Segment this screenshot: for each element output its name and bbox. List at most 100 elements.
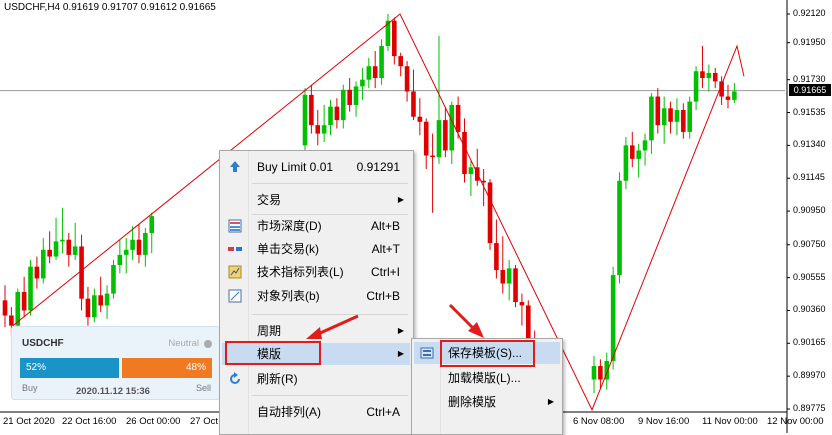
menu-item-period[interactable]: 周期 ▶ <box>222 320 410 342</box>
candle-body <box>2 300 8 316</box>
menu-item-load-template[interactable]: 加载模版(L)... <box>414 367 560 389</box>
price-tick-label: 0.90360 <box>793 304 826 315</box>
candle-body <box>411 91 416 117</box>
candle-body <box>315 125 321 134</box>
candle-body <box>123 249 129 255</box>
candle-body <box>610 275 616 361</box>
menu-item-buy-limit[interactable]: Buy Limit 0.01 0.91291 <box>222 156 410 178</box>
time-tick-label: 27 Oct <box>190 416 218 427</box>
candle-body <box>47 249 52 257</box>
candle-body <box>366 66 372 80</box>
candle-body <box>506 268 512 284</box>
candle-body <box>321 125 327 134</box>
menu-item-label: 交易 <box>257 193 282 207</box>
candle-body <box>455 104 461 132</box>
status-dot-icon <box>204 340 212 348</box>
buy-percent-bar[interactable]: 52% <box>20 358 119 378</box>
candle-body <box>693 71 699 102</box>
time-tick-label: 21 Oct 2020 <box>3 416 55 427</box>
candle-body <box>85 298 91 318</box>
menu-item-label: 周期 <box>257 324 282 338</box>
candle-body <box>423 121 429 156</box>
candle-body <box>360 79 365 87</box>
candle-body <box>732 91 737 100</box>
menu-item-label: 自动排列(A) <box>257 405 321 419</box>
save-template-icon <box>420 347 434 359</box>
candle-body <box>700 71 705 79</box>
candle-body <box>309 94 314 126</box>
candle-body <box>136 239 142 255</box>
candle-body <box>706 72 712 79</box>
menu-item-objects-list[interactable]: 对象列表(b) Ctrl+B <box>222 285 410 307</box>
one-click-trade-icon <box>228 247 242 251</box>
template-highlight-box <box>225 341 321 365</box>
menu-item-delete-template[interactable]: 删除模版 ▶ <box>414 391 560 413</box>
sell-percent-bar[interactable]: 48% <box>122 358 212 378</box>
candle-body <box>642 140 648 151</box>
candle-body <box>636 150 641 159</box>
candle-body <box>392 20 397 57</box>
candle-body <box>79 246 84 299</box>
candle-body <box>53 241 59 257</box>
time-tick-label: 26 Oct 00:00 <box>126 416 181 427</box>
one-click-trading-panel: USDCHF Neutral 52% 48% Buy 2020.11.12 15… <box>11 326 220 400</box>
submenu-arrow-icon: ▶ <box>397 326 404 335</box>
menu-item-label: 加载模版(L)... <box>448 371 521 385</box>
menu-item-label: 删除模版 <box>448 395 497 409</box>
time-tick-label: 6 Nov 08:00 <box>573 416 625 427</box>
current-price-label: 0.91665 <box>789 84 831 96</box>
candle-body <box>353 86 359 105</box>
menu-separator <box>252 183 408 184</box>
candle-body <box>449 104 455 151</box>
indicators-list-icon <box>228 265 242 279</box>
menu-item-shortcut: Alt+B <box>370 219 400 233</box>
candle-body <box>149 216 155 233</box>
candle-body <box>430 155 435 158</box>
candle-body <box>347 89 352 105</box>
menu-item-market-depth[interactable]: 市场深度(D) Alt+B <box>222 215 410 237</box>
candle-body <box>649 96 654 141</box>
candle-body <box>629 145 635 159</box>
market-depth-icon <box>228 219 242 233</box>
time-tick-label: 9 Nov 16:00 <box>638 416 690 427</box>
menu-item-one-click-trade[interactable]: 单击交易(k) Alt+T <box>222 238 410 260</box>
candle-body <box>28 266 33 311</box>
menu-item-label: Buy Limit 0.01 <box>257 160 334 174</box>
time-tick-label: 12 Nov 00:00 <box>767 416 824 427</box>
price-tick-label: 0.91340 <box>793 139 826 150</box>
chart-symbol-header: USDCHF,H4 0.91619 0.91707 0.91612 0.9166… <box>4 2 216 13</box>
candle-body <box>443 120 448 151</box>
candle-body <box>143 232 148 255</box>
candle-body <box>21 291 27 311</box>
price-tick-label: 0.90165 <box>793 337 826 348</box>
price-tick-label: 0.90555 <box>793 271 826 282</box>
candle-body <box>340 89 346 121</box>
menu-item-shortcut: Ctrl+A <box>366 405 400 419</box>
menu-item-shortcut: Ctrl+B <box>366 289 400 303</box>
menu-item-label: 技术指标列表(L) <box>257 265 344 279</box>
submenu-arrow-icon: ▶ <box>397 349 404 358</box>
menu-item-auto-arrange[interactable]: 自动排列(A) Ctrl+A <box>222 401 410 423</box>
menu-item-trade[interactable]: 交易 ▶ <box>222 189 410 211</box>
menu-item-refresh[interactable]: 刷新(R) <box>222 368 410 390</box>
menu-item-label: 刷新(R) <box>257 372 298 386</box>
sentiment-status: Neutral <box>168 338 199 349</box>
candle-body <box>404 66 410 92</box>
candle-body <box>372 66 378 79</box>
menu-separator <box>252 314 408 315</box>
sell-label: Sell <box>195 383 211 393</box>
menu-item-shortcut: Alt+T <box>371 242 400 256</box>
price-tick-label: 0.90950 <box>793 205 826 216</box>
candle-body <box>328 106 333 126</box>
candle-body <box>66 239 72 255</box>
candle-body <box>436 120 442 158</box>
price-tick-label: 0.91950 <box>793 36 826 47</box>
candle-body <box>655 96 661 126</box>
menu-item-indicators-list[interactable]: 技术指标列表(L) Ctrl+I <box>222 261 410 283</box>
candle-body <box>398 56 403 67</box>
buy-limit-icon <box>230 161 240 172</box>
candle-body <box>130 239 135 250</box>
candle-body <box>661 108 667 126</box>
candle-body <box>623 145 629 181</box>
objects-list-icon <box>228 289 242 303</box>
